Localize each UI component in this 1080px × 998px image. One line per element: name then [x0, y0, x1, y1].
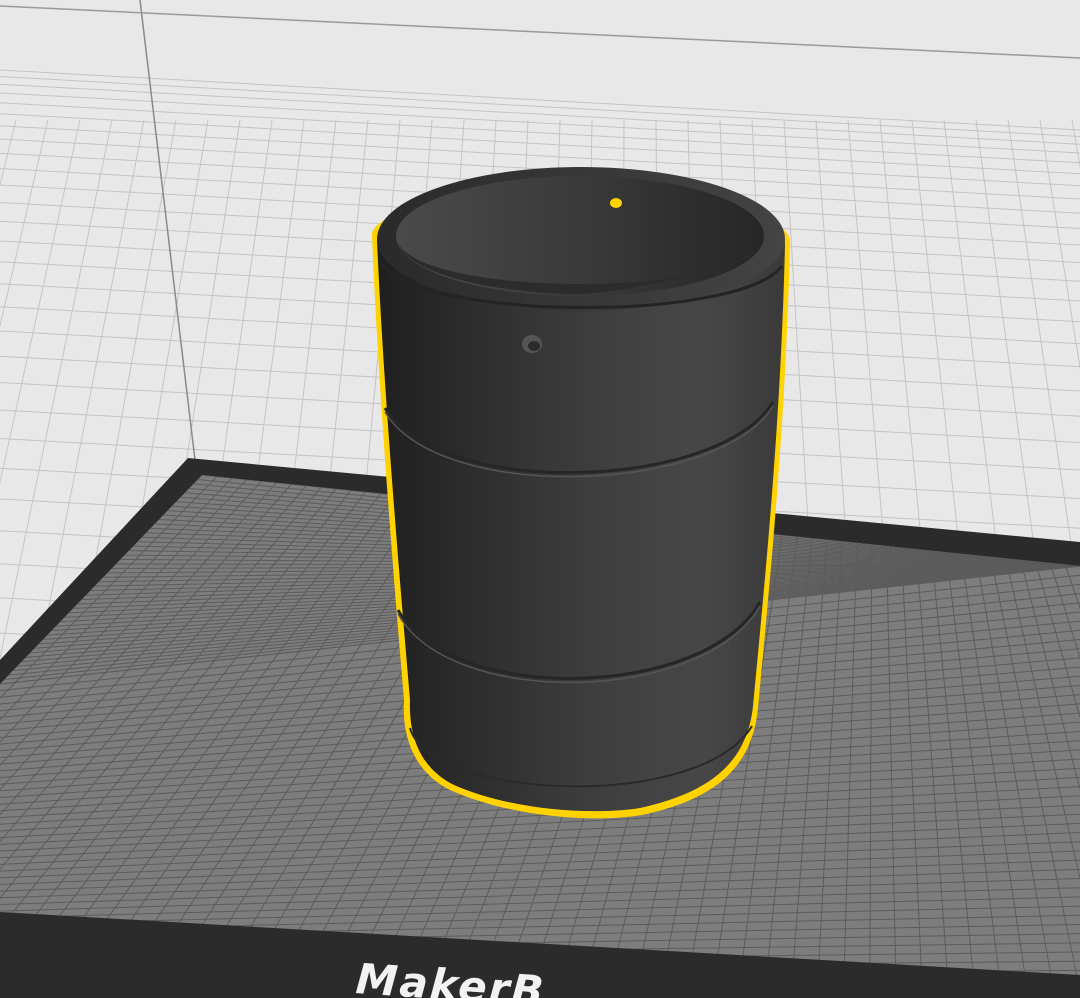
- barrel-opening: [396, 176, 764, 296]
- 3d-viewport[interactable]: MakerB: [0, 0, 1080, 998]
- scene-canvas[interactable]: MakerB: [0, 0, 1080, 998]
- inner-hole: [610, 198, 622, 208]
- side-hole-inner: [528, 341, 540, 351]
- barrel-model[interactable]: [371, 167, 790, 819]
